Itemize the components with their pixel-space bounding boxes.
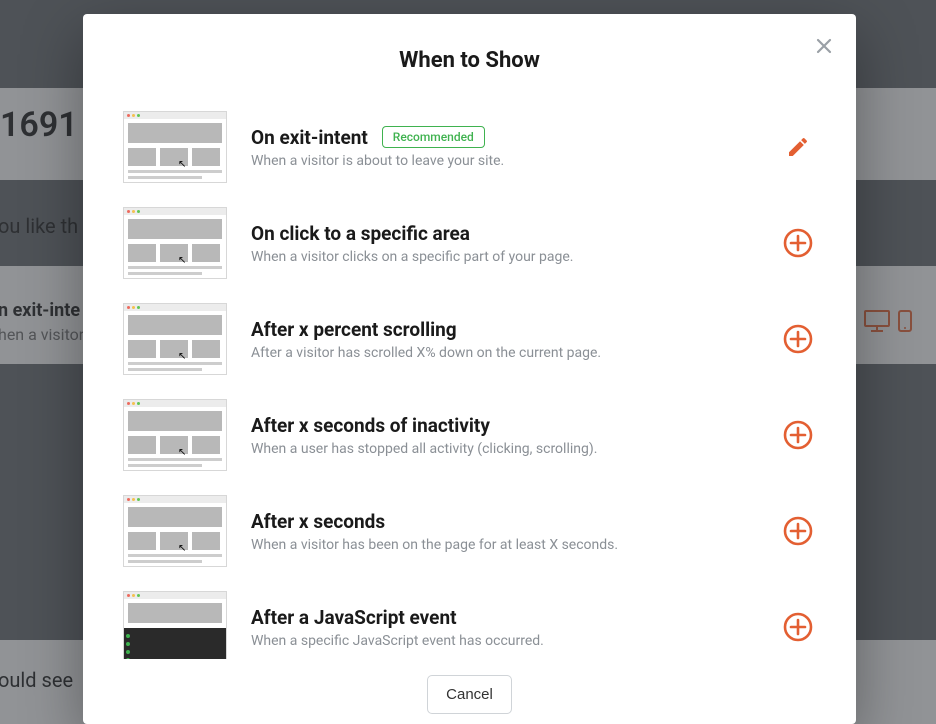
option-text: On click to a specific area When a visit… xyxy=(251,222,756,265)
plus-circle-icon xyxy=(782,515,814,547)
option-title: After x percent scrolling xyxy=(251,318,457,341)
option-description: After a visitor has scrolled X% down on … xyxy=(251,345,756,361)
pencil-icon xyxy=(786,135,810,159)
cancel-button[interactable]: Cancel xyxy=(427,675,512,714)
plus-circle-icon xyxy=(782,611,814,643)
option-thumbnail: ↖ xyxy=(123,303,227,375)
option-thumbnail xyxy=(123,591,227,659)
option-title: After x seconds xyxy=(251,510,385,533)
option-thumbnail: ↖ xyxy=(123,399,227,471)
option-title: After x seconds of inactivity xyxy=(251,414,490,437)
option-description: When a user has stopped all activity (cl… xyxy=(251,441,756,457)
option-description: When a specific JavaScript event has occ… xyxy=(251,633,756,649)
option-text: After a JavaScript event When a specific… xyxy=(251,606,756,649)
trigger-options-list: ↖ On exit-intent Recommended When a visi… xyxy=(83,81,856,659)
when-to-show-modal: When to Show ↖ On exit-intent Recommende… xyxy=(83,14,856,724)
close-button[interactable] xyxy=(810,32,838,60)
option-description: When a visitor clicks on a specific part… xyxy=(251,249,756,265)
option-js-event[interactable]: After a JavaScript event When a specific… xyxy=(123,579,816,659)
option-description: When a visitor has been on the page for … xyxy=(251,537,756,553)
add-trigger-button[interactable] xyxy=(780,513,816,549)
option-click-area[interactable]: ↖ On click to a specific area When a vis… xyxy=(123,195,816,291)
option-scroll[interactable]: ↖ After x percent scrolling After a visi… xyxy=(123,291,816,387)
plus-circle-icon xyxy=(782,419,814,451)
plus-circle-icon xyxy=(782,227,814,259)
add-trigger-button[interactable] xyxy=(780,225,816,261)
option-title: On click to a specific area xyxy=(251,222,470,245)
edit-trigger-button[interactable] xyxy=(780,129,816,165)
option-thumbnail: ↖ xyxy=(123,495,227,567)
option-inactivity[interactable]: ↖ After x seconds of inactivity When a u… xyxy=(123,387,816,483)
modal-footer: Cancel xyxy=(83,659,856,724)
option-thumbnail: ↖ xyxy=(123,111,227,183)
option-description: When a visitor is about to leave your si… xyxy=(251,153,756,169)
plus-circle-icon xyxy=(782,323,814,355)
add-trigger-button[interactable] xyxy=(780,321,816,357)
option-text: After x seconds of inactivity When a use… xyxy=(251,414,756,457)
option-exit-intent[interactable]: ↖ On exit-intent Recommended When a visi… xyxy=(123,99,816,195)
option-text: On exit-intent Recommended When a visito… xyxy=(251,126,756,169)
option-thumbnail: ↖ xyxy=(123,207,227,279)
add-trigger-button[interactable] xyxy=(780,609,816,645)
add-trigger-button[interactable] xyxy=(780,417,816,453)
option-title: On exit-intent xyxy=(251,126,368,149)
close-icon xyxy=(816,38,832,54)
option-seconds[interactable]: ↖ After x seconds When a visitor has bee… xyxy=(123,483,816,579)
recommended-badge: Recommended xyxy=(382,126,485,148)
option-title: After a JavaScript event xyxy=(251,606,457,629)
option-text: After x percent scrolling After a visito… xyxy=(251,318,756,361)
modal-title: When to Show xyxy=(83,48,856,73)
option-text: After x seconds When a visitor has been … xyxy=(251,510,756,553)
